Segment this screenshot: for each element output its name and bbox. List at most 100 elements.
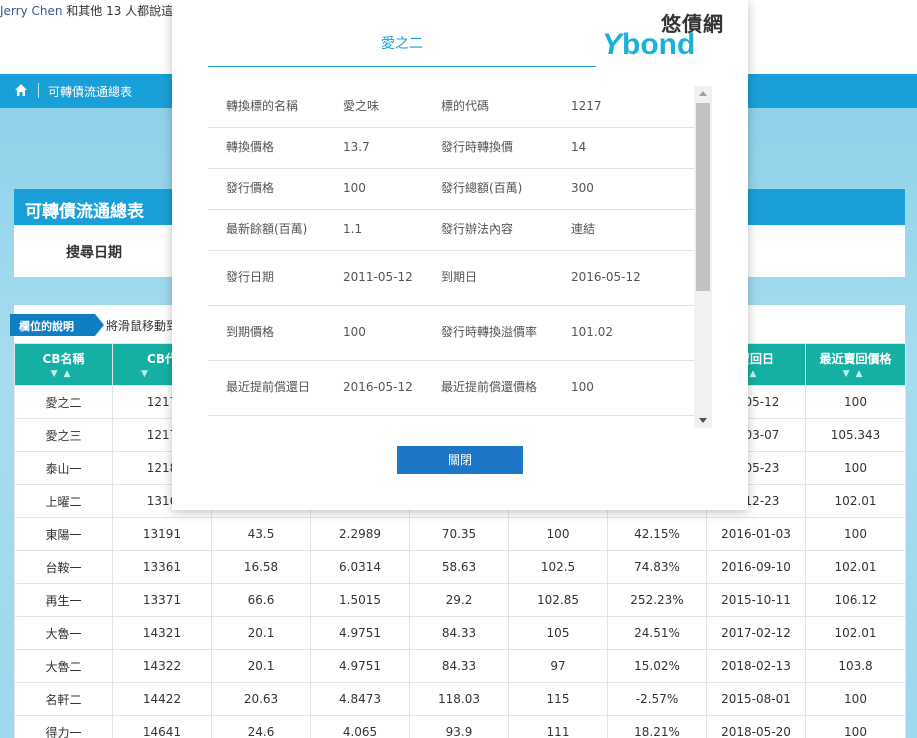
table-cell: 16.58 <box>211 550 311 584</box>
detail-label: 到期價格 <box>208 305 325 361</box>
table-cell: 1.5015 <box>310 583 410 617</box>
table-cell: 100 <box>805 682 906 716</box>
scroll-down-arrow-icon[interactable] <box>699 418 707 423</box>
detail-label: 發行總額(百萬) <box>423 168 553 210</box>
table-cell[interactable]: 愛之三 <box>14 418 113 452</box>
table-row[interactable]: 大魯一 14321 20.1 4.9751 84.33 105 24.51% 2017-02-… <box>14 616 906 650</box>
table-cell: 58.63 <box>409 550 509 584</box>
detail-row: 轉換標的名稱 愛之味 標的代碼 1217 <box>208 86 695 128</box>
cb-detail-modal: 愛之二 悠債網 Ybond 轉換標的名稱 愛之味 標的代碼 1217 轉換價格 13.7 發… <box>172 0 748 510</box>
table-row[interactable]: 名軒二 14422 20.63 4.8473 118.03 115 -2.57% 2015-0… <box>14 682 906 716</box>
table-cell: 24.51% <box>607 616 707 650</box>
table-cell: 13371 <box>112 583 212 617</box>
table-row[interactable]: 大魯二 14322 20.1 4.9751 84.33 97 15.02% 2018-02-1… <box>14 649 906 683</box>
table-cell: 70.35 <box>409 517 509 551</box>
table-cell: 100 <box>805 451 906 485</box>
table-cell: 102.01 <box>805 616 906 650</box>
table-row[interactable]: 再生一 13371 66.6 1.5015 29.2 102.85 252.23% 2015-… <box>14 583 906 617</box>
table-cell: 14322 <box>112 649 212 683</box>
detail-label: 到期日 <box>423 250 553 306</box>
social-name-link[interactable]: Jerry Chen <box>0 4 62 18</box>
table-cell: 102.85 <box>508 583 608 617</box>
breadcrumb-current[interactable]: 可轉債流通總表 <box>48 83 132 100</box>
table-cell: 29.2 <box>409 583 509 617</box>
sort-arrows-icon[interactable]: ▼▲ <box>806 369 905 379</box>
detail-link[interactable]: 連結 <box>553 209 695 251</box>
table-cell: 118.03 <box>409 682 509 716</box>
table-cell[interactable]: 愛之二 <box>14 385 113 419</box>
table-cell[interactable]: 上曜二 <box>14 484 113 518</box>
table-row[interactable]: 得力一 14641 24.6 4.065 93.9 111 18.21% 2018-05-20… <box>14 715 906 738</box>
table-cell: 2018-02-13 <box>706 649 806 683</box>
table-cell: 20.63 <box>211 682 311 716</box>
detail-value: 14 <box>553 127 695 169</box>
table-cell: 4.065 <box>310 715 410 738</box>
table-cell: 18.21% <box>607 715 707 738</box>
detail-value: 愛之味 <box>325 86 423 128</box>
table-cell: 2018-05-20 <box>706 715 806 738</box>
table-header-cell[interactable]: CB名稱 ▼▲ <box>14 343 113 386</box>
scrollbar-thumb[interactable] <box>696 103 710 291</box>
table-cell: 2016-09-10 <box>706 550 806 584</box>
detail-scrollbar[interactable] <box>694 86 712 428</box>
table-cell: 2.2989 <box>310 517 410 551</box>
detail-row: 最新餘額(百萬) 1.1 發行辦法內容 連結 <box>208 209 695 251</box>
sort-arrows-icon[interactable]: ▼▲ <box>15 369 112 379</box>
detail-row: 發行日期 2011-05-12 到期日 2016-05-12 <box>208 250 695 306</box>
table-cell: 14422 <box>112 682 212 716</box>
table-row[interactable]: 東陽一 13191 43.5 2.2989 70.35 100 42.15% 2016-01-… <box>14 517 906 551</box>
table-cell: 42.15% <box>607 517 707 551</box>
table-cell[interactable]: 台鞍一 <box>14 550 113 584</box>
table-cell[interactable]: 得力一 <box>14 715 113 738</box>
detail-row: 到期價格 100 發行時轉換溢價率 101.02 <box>208 305 695 361</box>
table-cell: 102.01 <box>805 550 906 584</box>
table-cell: 97 <box>508 649 608 683</box>
detail-value: 100 <box>325 168 423 210</box>
table-cell[interactable]: 泰山一 <box>14 451 113 485</box>
detail-label: 最近提前償還日 <box>208 360 325 416</box>
detail-value: 2016-05-12 <box>553 250 695 306</box>
table-row[interactable]: 台鞍一 13361 16.58 6.0314 58.63 102.5 74.83% 2016-… <box>14 550 906 584</box>
table-cell: 100 <box>805 517 906 551</box>
detail-scroll-area[interactable]: 轉換標的名稱 愛之味 標的代碼 1217 轉換價格 13.7 發行時轉換價 14 發行價格 100… <box>208 86 713 428</box>
table-cell[interactable]: 名軒二 <box>14 682 113 716</box>
detail-value: 100 <box>325 305 423 361</box>
table-cell: 20.1 <box>211 649 311 683</box>
table-cell: 111 <box>508 715 608 738</box>
table-cell: 4.8473 <box>310 682 410 716</box>
breadcrumb-divider <box>38 83 39 98</box>
detail-value: 300 <box>553 168 695 210</box>
table-cell: 105.343 <box>805 418 906 452</box>
table-cell: 2015-08-01 <box>706 682 806 716</box>
table-cell: 15.02% <box>607 649 707 683</box>
home-icon[interactable] <box>14 83 28 97</box>
detail-value: 2011-05-12 <box>325 250 423 306</box>
table-header-cell[interactable]: 最近賣回價格 ▼▲ <box>805 343 906 386</box>
table-cell[interactable]: 再生一 <box>14 583 113 617</box>
logo-english-text: Ybond <box>602 28 696 61</box>
detail-row: 發行價格 100 發行總額(百萬) 300 <box>208 168 695 210</box>
table-cell: 102.01 <box>805 484 906 518</box>
table-cell: 102.5 <box>508 550 608 584</box>
table-cell: 4.9751 <box>310 649 410 683</box>
table-cell: 2016-01-03 <box>706 517 806 551</box>
column-description-text: 將滑鼠移動到 <box>106 319 179 333</box>
table-cell: 6.0314 <box>310 550 410 584</box>
close-button[interactable]: 關閉 <box>397 446 523 474</box>
detail-label: 轉換價格 <box>208 127 325 169</box>
table-cell: 4.9751 <box>310 616 410 650</box>
detail-value: 101.02 <box>553 305 695 361</box>
table-cell: 252.23% <box>607 583 707 617</box>
detail-label: 標的代碼 <box>423 86 553 128</box>
table-cell[interactable]: 大魯二 <box>14 649 113 683</box>
detail-row: 最近提前償還日 2016-05-12 最近提前償還價格 100 <box>208 360 695 416</box>
table-cell[interactable]: 東陽一 <box>14 517 113 551</box>
scroll-up-arrow-icon[interactable] <box>699 91 707 96</box>
table-cell: 106.12 <box>805 583 906 617</box>
table-cell[interactable]: 大魯一 <box>14 616 113 650</box>
detail-value: 13.7 <box>325 127 423 169</box>
column-description-tag: 欄位的說明 <box>10 314 104 336</box>
detail-label: 發行價格 <box>208 168 325 210</box>
detail-label: 發行時轉換溢價率 <box>423 305 553 361</box>
table-cell: 105 <box>508 616 608 650</box>
